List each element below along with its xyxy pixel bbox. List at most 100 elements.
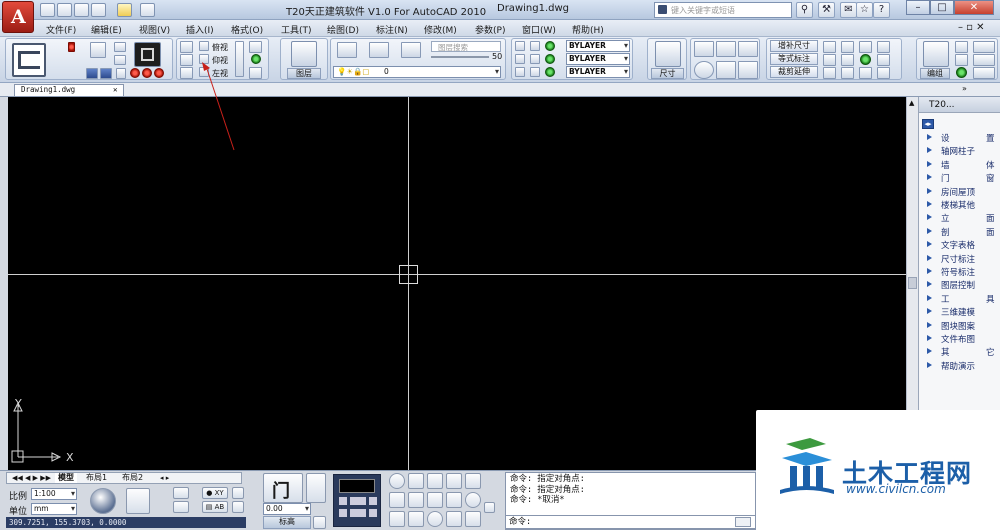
menu-draw[interactable]: 绘图(D) [327,23,359,36]
palette-item-settings[interactable]: 设 置 [919,131,1000,144]
view-scroll-icon[interactable] [235,41,244,77]
marker-icon[interactable] [68,42,75,52]
dim-tool-icon-11[interactable] [877,67,890,79]
palette-item-dimensions[interactable]: 尺寸标注 [919,252,1000,265]
layer-state-icon[interactable] [337,42,357,58]
snap-tool-14[interactable] [446,511,462,527]
layer-slider[interactable] [431,56,489,58]
globe-icon[interactable] [90,488,116,514]
palette-item-walls[interactable]: 墙 体 [919,158,1000,171]
unit-dropdown[interactable]: mm [31,503,77,515]
snap-tool-15[interactable] [465,511,481,527]
palette-item-doors-windows[interactable]: 门 窗 [919,171,1000,184]
lineweight-dropdown[interactable]: BYLAYER [566,66,630,78]
undo-icon[interactable] [91,3,106,17]
dimension-button[interactable]: 尺寸 [651,68,684,79]
prop-icon-3[interactable] [515,54,525,64]
communication-icon[interactable]: ✉ [840,2,857,18]
snap-tool-2[interactable] [408,473,424,489]
command-input[interactable]: 命令: [505,515,756,529]
radius-dim-icon[interactable] [694,61,714,79]
palette-item-rooms-roofs[interactable]: 房间屋顶 [919,185,1000,198]
xy-toggle[interactable]: ● XY [202,487,228,499]
elevation-input[interactable]: 0.00 [263,503,311,515]
tab-model[interactable]: 模型 [55,473,77,483]
scale-dropdown[interactable]: 1:100 [31,488,77,500]
favorites-icon[interactable]: ☆ [856,2,873,18]
page-icon[interactable] [116,68,126,79]
document-tab[interactable]: Drawing1.dwg ✕ [14,84,124,96]
dim-tool-icon-2[interactable] [841,41,854,53]
layer-button[interactable]: 图层 [287,68,321,79]
dim-tool-icon-9[interactable] [841,67,854,79]
linear-dim-icon[interactable] [694,41,714,57]
redo-icon[interactable] [117,3,132,17]
prop-icon-4[interactable] [530,54,540,64]
scroll-up-icon[interactable]: ▲ [909,99,914,107]
palette-item-blocks-patterns[interactable]: 图块图案 [919,319,1000,332]
layout-nav-icons[interactable]: ◀◀ ◀ ▶ ▶▶ [9,473,54,483]
top-view-icon[interactable] [199,41,209,51]
arc-dim-icon[interactable] [716,61,736,79]
palette-item-help-demo[interactable]: 帮助演示 [919,359,1000,372]
snap-tool-9[interactable] [446,492,462,508]
menu-file[interactable]: 文件(F) [46,23,76,36]
layer-match-icon[interactable] [369,42,389,58]
menu-dimension[interactable]: 标注(N) [376,23,408,36]
open-file-icon[interactable] [57,3,72,17]
menu-tools[interactable]: 工具(T) [281,23,312,36]
visual-style-icon[interactable] [249,67,262,79]
prop-icon-6[interactable] [530,67,540,77]
add-dimension-button[interactable]: 增补尺寸 [770,40,818,52]
dim-tool-icon-6[interactable] [841,54,854,66]
layer-prev-icon[interactable] [401,42,421,58]
hand-icon[interactable] [180,67,193,79]
group-tool-icon-4[interactable] [973,54,995,66]
palette-item-file-layout[interactable]: 文件布图 [919,332,1000,345]
equal-dimension-button[interactable]: 等式标注 [770,53,818,65]
panel-expand-icon[interactable]: » [962,84,967,93]
undo-arrow-icon[interactable] [86,68,98,79]
dim-tool-icon-7[interactable] [877,54,890,66]
linetype-dropdown[interactable]: BYLAYER [566,53,630,65]
green-dot-icon-4[interactable] [545,67,555,77]
palette-item-tools[interactable]: 工 具 [919,292,1000,305]
group-button[interactable]: 编组 [920,68,950,79]
green-dot-icon-6[interactable] [956,67,967,78]
save-icon[interactable] [74,3,89,17]
palette-item-symbols[interactable]: 符号标注 [919,265,1000,278]
doc-window-controls[interactable]: – ▫ ✕ [958,22,985,33]
snap-tool-1[interactable] [389,473,405,489]
palette-nav-icon[interactable]: ◂▸ [922,119,934,129]
trim-extend-button[interactable]: 裁剪延伸 [770,66,818,78]
scissors-icon[interactable] [114,42,126,52]
snap-tool-7[interactable] [408,492,424,508]
palette-item-elevation[interactable]: 立 面 [919,211,1000,224]
layer-search-input[interactable]: 图层搜索 [431,41,501,52]
maximize-button[interactable]: □ [930,0,954,15]
xy-icon-1[interactable] [173,487,189,499]
snap-settings-icon[interactable] [484,502,495,513]
group-tool-icon-1[interactable] [955,41,968,53]
palette-item-section[interactable]: 剖 面 [919,225,1000,238]
tab-layout2[interactable]: 布局2 [119,473,146,483]
redo-arrow-icon[interactable] [100,68,112,79]
dim-tool-icon-3[interactable] [859,41,872,53]
snap-tool-3[interactable] [427,473,443,489]
status-gear-icon-2[interactable] [232,501,244,513]
help-icon[interactable]: ? [873,2,890,18]
stop-icon-3[interactable] [154,68,164,78]
green-dot-icon-5[interactable] [860,54,871,65]
orbit-icon[interactable] [249,41,262,53]
door-tool-side-icon[interactable] [306,473,326,503]
elevation-icon[interactable] [313,516,326,529]
prop-icon-2[interactable] [530,41,540,51]
zoom-icon[interactable] [180,41,193,53]
aligned-dim-icon[interactable] [716,41,736,57]
door-window-tool[interactable]: 门 [263,473,303,503]
palette-item-3d-modeling[interactable]: 三维建模 [919,305,1000,318]
menu-help[interactable]: 帮助(H) [572,23,604,36]
green-dot-icon-3[interactable] [545,54,555,64]
menu-modify[interactable]: 修改(M) [424,23,457,36]
tab-layout1[interactable]: 布局1 [83,473,110,483]
